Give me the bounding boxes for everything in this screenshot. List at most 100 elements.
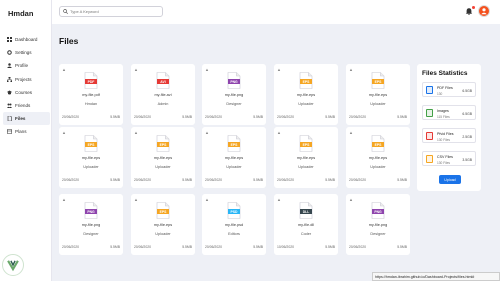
sidebar-item-files[interactable]: Files	[3, 112, 50, 126]
upload-button[interactable]: Upload	[439, 175, 461, 184]
file-card[interactable]: ▲ EPS my-file.eps Uploader 20/06/2020 5.5MB	[59, 127, 123, 188]
file-size: 5.5MB	[182, 115, 192, 119]
settings-icon	[7, 50, 12, 56]
file-card[interactable]: ▲ EPS my-file.eps Uploader 20/06/2020 5.5MB	[346, 64, 410, 125]
dashboard-icon	[7, 37, 12, 43]
more-options-icon[interactable]: ▲	[277, 67, 281, 72]
file-size: 5.5MB	[110, 178, 120, 182]
avatar[interactable]	[478, 5, 490, 17]
sidebar-item-label: Files	[15, 116, 26, 122]
search-input[interactable]	[70, 9, 160, 14]
file-size: 5.5MB	[253, 115, 263, 119]
more-options-icon[interactable]: ▲	[62, 130, 66, 135]
stat-size: 6.5GB	[462, 111, 472, 116]
file-size: 5.5MB	[325, 115, 335, 119]
stat-name: CSV Files	[437, 155, 453, 159]
file-name: my-file.png	[368, 223, 388, 227]
stat-item: Pfvid Files 130 Files 2.5GB	[422, 128, 476, 143]
more-options-icon[interactable]: ▲	[134, 197, 138, 202]
file-icon: PNG	[371, 202, 385, 219]
file-owner: Admin	[157, 102, 169, 106]
more-options-icon[interactable]: ▲	[205, 197, 209, 202]
file-date: 20/06/2020	[205, 245, 222, 249]
sidebar-item-dashboard[interactable]: Dashboard	[3, 33, 50, 46]
file-card[interactable]: ▲ EPS my-file.eps Uploader 20/06/2020 5.5MB	[131, 127, 195, 188]
file-type-label: EPS	[375, 143, 383, 147]
sidebar-item-courses[interactable]: Courses	[3, 86, 50, 99]
sidebar-item-label: Friends	[15, 103, 31, 109]
more-options-icon[interactable]: ▲	[277, 130, 281, 135]
file-card[interactable]: ▲ EPS my-file.eps Uploader 20/06/2020 5.5MB	[131, 194, 195, 255]
sidebar-item-projects[interactable]: Projects	[3, 73, 50, 86]
file-date: 20/06/2020	[134, 178, 151, 182]
file-owner: Designer	[370, 232, 386, 236]
more-options-icon[interactable]: ▲	[349, 197, 353, 202]
file-card[interactable]: ▲ DLL my-file.dll Coder 10/06/2020 5.5MB	[274, 194, 338, 255]
stat-size: 6.5GB	[462, 88, 472, 93]
file-card[interactable]: ▲ PNG my-file.png Designer 20/06/2020 5.5MB	[202, 64, 266, 125]
stat-item: Images 115 Files 6.5GB	[422, 105, 476, 120]
file-date: 20/06/2020	[205, 178, 222, 182]
file-owner: Designer	[226, 102, 242, 106]
file-size: 5.5MB	[325, 178, 335, 182]
file-owner: Uploader	[83, 165, 99, 169]
file-card[interactable]: ▲ EPS my-file.eps Uploader 20/06/2020 5.5MB	[274, 64, 338, 125]
file-name: my-file.png	[81, 223, 101, 227]
sidebar-item-friends[interactable]: Friends	[3, 99, 50, 112]
stat-count: 115 Files	[437, 114, 450, 119]
file-card[interactable]: ▲ EPS my-file.eps Uploader 20/06/2020 5.5MB	[274, 127, 338, 188]
file-name: my-file.eps	[368, 156, 388, 160]
file-card[interactable]: ▲ PSD my-file.psd Editors 20/06/2020 5.5MB	[202, 194, 266, 255]
status-url: https://hmdan-ibrahim.github.io/Dashboar…	[372, 272, 500, 281]
more-options-icon[interactable]: ▲	[62, 67, 66, 72]
more-options-icon[interactable]: ▲	[205, 130, 209, 135]
file-date: 20/06/2020	[134, 115, 151, 119]
file-name: my-file.png	[224, 93, 244, 97]
sidebar-item-label: Projects	[15, 76, 32, 82]
stats-title: Files Statistics	[422, 70, 468, 77]
search-box[interactable]	[59, 6, 163, 17]
sidebar-item-label: Settings	[15, 50, 32, 56]
more-options-icon[interactable]: ▲	[134, 130, 138, 135]
file-card[interactable]: ▲ PNG my-file.png Designer 20/06/2020 5.5MB	[346, 194, 410, 255]
file-size: 5.5MB	[397, 245, 407, 249]
file-owner: Editors	[228, 232, 240, 236]
sidebar-item-plans[interactable]: Plans	[3, 125, 50, 138]
stat-count: 130 Files	[437, 137, 450, 142]
file-card[interactable]: ▲ PDF my-file.pdf Hmdan 20/06/2020 5.5MB	[59, 64, 123, 125]
file-name: my-file.pdf	[82, 93, 100, 97]
file-size: 5.5MB	[182, 245, 192, 249]
file-size: 5.5MB	[325, 245, 335, 249]
file-icon: EPS	[156, 202, 170, 219]
sidebar-item-settings[interactable]: Settings	[3, 46, 50, 59]
stat-name: PDF Files	[437, 86, 453, 90]
file-card[interactable]: ▲ PNG my-file.png Designer 20/06/2020 5.5MB	[59, 194, 123, 255]
more-options-icon[interactable]: ▲	[349, 130, 353, 135]
site-logo	[2, 254, 24, 276]
more-options-icon[interactable]: ▲	[349, 67, 353, 72]
file-size: 5.5MB	[110, 115, 120, 119]
file-type-label: PDF	[88, 80, 95, 84]
files-icon	[7, 116, 12, 122]
sidebar-item-label: Profile	[15, 63, 29, 69]
file-name: my-file.eps	[224, 156, 244, 160]
file-card[interactable]: ▲ EPS my-file.eps Uploader 20/06/2020 5.5MB	[202, 127, 266, 188]
file-owner: Uploader	[155, 165, 171, 169]
sidebar-item-profile[interactable]: Profile	[3, 59, 50, 72]
sidebar-nav: Dashboard Settings Profile Projects Cour…	[3, 33, 50, 139]
more-options-icon[interactable]: ▲	[134, 67, 138, 72]
file-name: my-file.eps	[368, 93, 388, 97]
file-icon: PNG	[227, 72, 241, 89]
more-options-icon[interactable]: ▲	[62, 197, 66, 202]
stat-size: 3.5GB	[462, 157, 472, 162]
file-icon: EPS	[371, 135, 385, 152]
file-card[interactable]: ▲ EPS my-file.eps Uploader 20/06/2020 5.5MB	[346, 127, 410, 188]
more-options-icon[interactable]: ▲	[277, 197, 281, 202]
file-icon: EPS	[156, 135, 170, 152]
file-card[interactable]: ▲ AVI my-file.avi Admin 20/06/2020 5.5MB	[131, 64, 195, 125]
more-options-icon[interactable]: ▲	[205, 67, 209, 72]
file-owner: Uploader	[370, 102, 386, 106]
file-owner: Designer	[83, 232, 99, 236]
file-size: 5.5MB	[397, 115, 407, 119]
stat-name: Images	[437, 109, 449, 113]
